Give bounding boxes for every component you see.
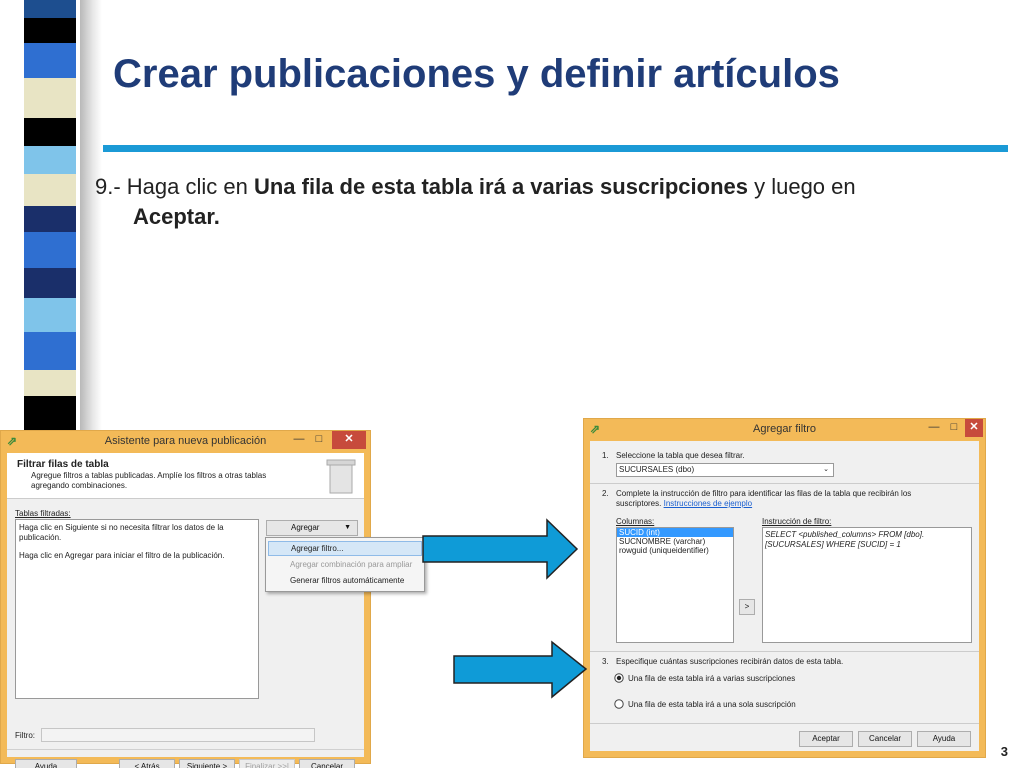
- footer-divider: [590, 723, 979, 724]
- slide-title: Crear publicaciones y definir artículos: [113, 52, 840, 96]
- table-select-value: SUCURSALES (dbo): [619, 465, 695, 474]
- statement-line: SELECT <published_columns> FROM [dbo].: [765, 530, 925, 539]
- cancel-button[interactable]: Cancelar: [858, 731, 912, 747]
- step3-label: Especifique cuántas suscripciones recibi…: [616, 657, 844, 666]
- wizard-window: ⇗ Asistente para nueva publicación — □ ✕…: [0, 430, 425, 768]
- filtered-tables-label: Tablas filtradas:: [15, 509, 71, 518]
- stripe-block: [24, 332, 76, 370]
- back-button[interactable]: < Atrás: [119, 759, 175, 768]
- section-divider: [590, 651, 979, 652]
- stripe-block: [24, 298, 76, 332]
- stripe-block: [24, 43, 76, 78]
- maximize-icon[interactable]: □: [945, 419, 963, 437]
- filter-dialog-body: 1. Seleccione la tabla que desea filtrar…: [590, 441, 979, 751]
- examples-link[interactable]: Instrucciones de ejemplo: [664, 499, 753, 508]
- radio-one-label: Una fila de esta tabla irá a una sola su…: [628, 699, 796, 709]
- cancel-button[interactable]: Cancelar: [299, 759, 355, 768]
- radio-single-subscription[interactable]: Una fila de esta tabla irá a una sola su…: [614, 699, 796, 709]
- page-number: 3: [1000, 744, 1008, 759]
- add-button[interactable]: Agregar ▼: [266, 520, 358, 536]
- step2-text: Complete la instrucción de filtro para i…: [616, 489, 946, 509]
- filtered-tables-list[interactable]: Haga clic en Siguiente si no necesita fi…: [15, 519, 259, 699]
- stripe-block: [24, 174, 76, 206]
- add-button-label: Agregar: [291, 523, 320, 532]
- menu-item-add-filter[interactable]: Agregar filtro...: [268, 541, 422, 556]
- footer-divider: [7, 749, 364, 750]
- stripe-block: [24, 118, 76, 146]
- instruction-text: 9.- Haga clic en Una fila de esta tabla …: [95, 172, 995, 232]
- stripe-block: [24, 0, 76, 18]
- list-help-text: Haga clic en Siguiente si no necesita fi…: [19, 523, 224, 542]
- arrow-right-icon: [422, 518, 579, 580]
- decorative-stripe: [0, 0, 80, 430]
- help-button[interactable]: Ayuda: [917, 731, 971, 747]
- stripe-block: [24, 206, 76, 232]
- menu-item-auto-filters[interactable]: Generar filtros automáticamente: [290, 576, 404, 585]
- filter-field[interactable]: [41, 728, 315, 742]
- filter-dialog-window: ⇗ Agregar filtro — □ ✕ 1. Seleccione la …: [583, 418, 986, 758]
- add-menu: Agregar filtro... Agregar combinación pa…: [265, 537, 425, 592]
- instruction-prefix: 9.- Haga clic en: [95, 174, 254, 199]
- columns-list[interactable]: SUCID (int) SUCNOMBRE (varchar) rowguid …: [616, 527, 734, 643]
- radio-selected-icon: [614, 673, 624, 683]
- wizard-header: Filtrar filas de tabla Agregue filtros a…: [7, 453, 364, 499]
- filter-label: Filtro:: [15, 731, 35, 740]
- accept-button[interactable]: Aceptar: [799, 731, 853, 747]
- maximize-icon[interactable]: □: [310, 431, 328, 449]
- section-divider: [590, 483, 979, 484]
- table-select[interactable]: SUCURSALES (dbo) ⌄: [616, 463, 834, 477]
- stripe-block: [24, 232, 76, 268]
- wizard-header-desc: Agregue filtros a tablas publicadas. Amp…: [31, 471, 267, 490]
- move-column-button[interactable]: >: [739, 599, 755, 615]
- title-rule: [103, 145, 1008, 152]
- menu-item-add-join[interactable]: Agregar combinación para ampliar: [290, 560, 422, 569]
- wizard-header-title: Filtrar filas de tabla: [17, 459, 109, 470]
- step1-number: 1.: [602, 451, 609, 460]
- statement-label: Instrucción de filtro:: [762, 517, 832, 526]
- finish-button[interactable]: Finalizar >>|: [239, 759, 295, 768]
- stripe-block: [24, 370, 76, 396]
- chevron-down-icon: ⌄: [823, 466, 829, 473]
- stripe-block: [24, 268, 76, 298]
- radio-many-label: Una fila de esta tabla irá a varias susc…: [628, 673, 796, 683]
- minimize-icon[interactable]: —: [290, 431, 308, 449]
- instruction-middle: y luego en: [747, 174, 856, 199]
- statement-line: [SUCURSALES] WHERE [SUCID] = 1: [765, 540, 901, 549]
- close-icon[interactable]: ✕: [965, 419, 983, 437]
- column-item[interactable]: rowguid (uniqueidentifier): [617, 546, 733, 555]
- stripe-block: [24, 18, 76, 43]
- column-item[interactable]: SUCNOMBRE (varchar): [617, 537, 733, 546]
- step2-number: 2.: [602, 489, 609, 498]
- minimize-icon[interactable]: —: [925, 419, 943, 437]
- stripe-block: [24, 146, 76, 174]
- dropdown-arrow-icon: ▼: [344, 524, 351, 531]
- help-button[interactable]: Ayuda: [15, 759, 77, 768]
- list-help-text: Haga clic en Agregar para iniciar el fil…: [19, 551, 225, 560]
- stripe-block: [24, 396, 76, 430]
- filter-dialog-titlebar: ⇗ Agregar filtro — □ ✕: [584, 419, 985, 441]
- wizard-body: Filtrar filas de tabla Agregue filtros a…: [7, 453, 425, 768]
- filter-statement-editor[interactable]: SELECT <published_columns> FROM [dbo]. […: [762, 527, 972, 643]
- radio-many-subscriptions[interactable]: Una fila de esta tabla irá a varias susc…: [614, 673, 795, 683]
- arrow-right-icon: [453, 640, 588, 699]
- trash-icon: [326, 459, 356, 494]
- menu-item-label: Agregar filtro...: [291, 544, 344, 553]
- step3-number: 3.: [602, 657, 609, 666]
- step1-label: Seleccione la tabla que desea filtrar.: [616, 451, 745, 460]
- columns-label: Columnas:: [616, 517, 655, 526]
- close-icon[interactable]: ✕: [332, 431, 366, 449]
- next-button[interactable]: Siguiente >: [179, 759, 235, 768]
- wizard-titlebar: ⇗ Asistente para nueva publicación — □ ✕: [1, 431, 370, 453]
- radio-unselected-icon: [614, 699, 624, 709]
- instruction-accept-name: Aceptar.: [133, 204, 220, 229]
- instruction-option-name: Una fila de esta tabla irá a varias susc…: [253, 174, 748, 199]
- column-item[interactable]: SUCID (int): [617, 528, 733, 537]
- step2-label: Complete la instrucción de filtro para i…: [616, 489, 912, 508]
- stripe-block: [24, 78, 76, 118]
